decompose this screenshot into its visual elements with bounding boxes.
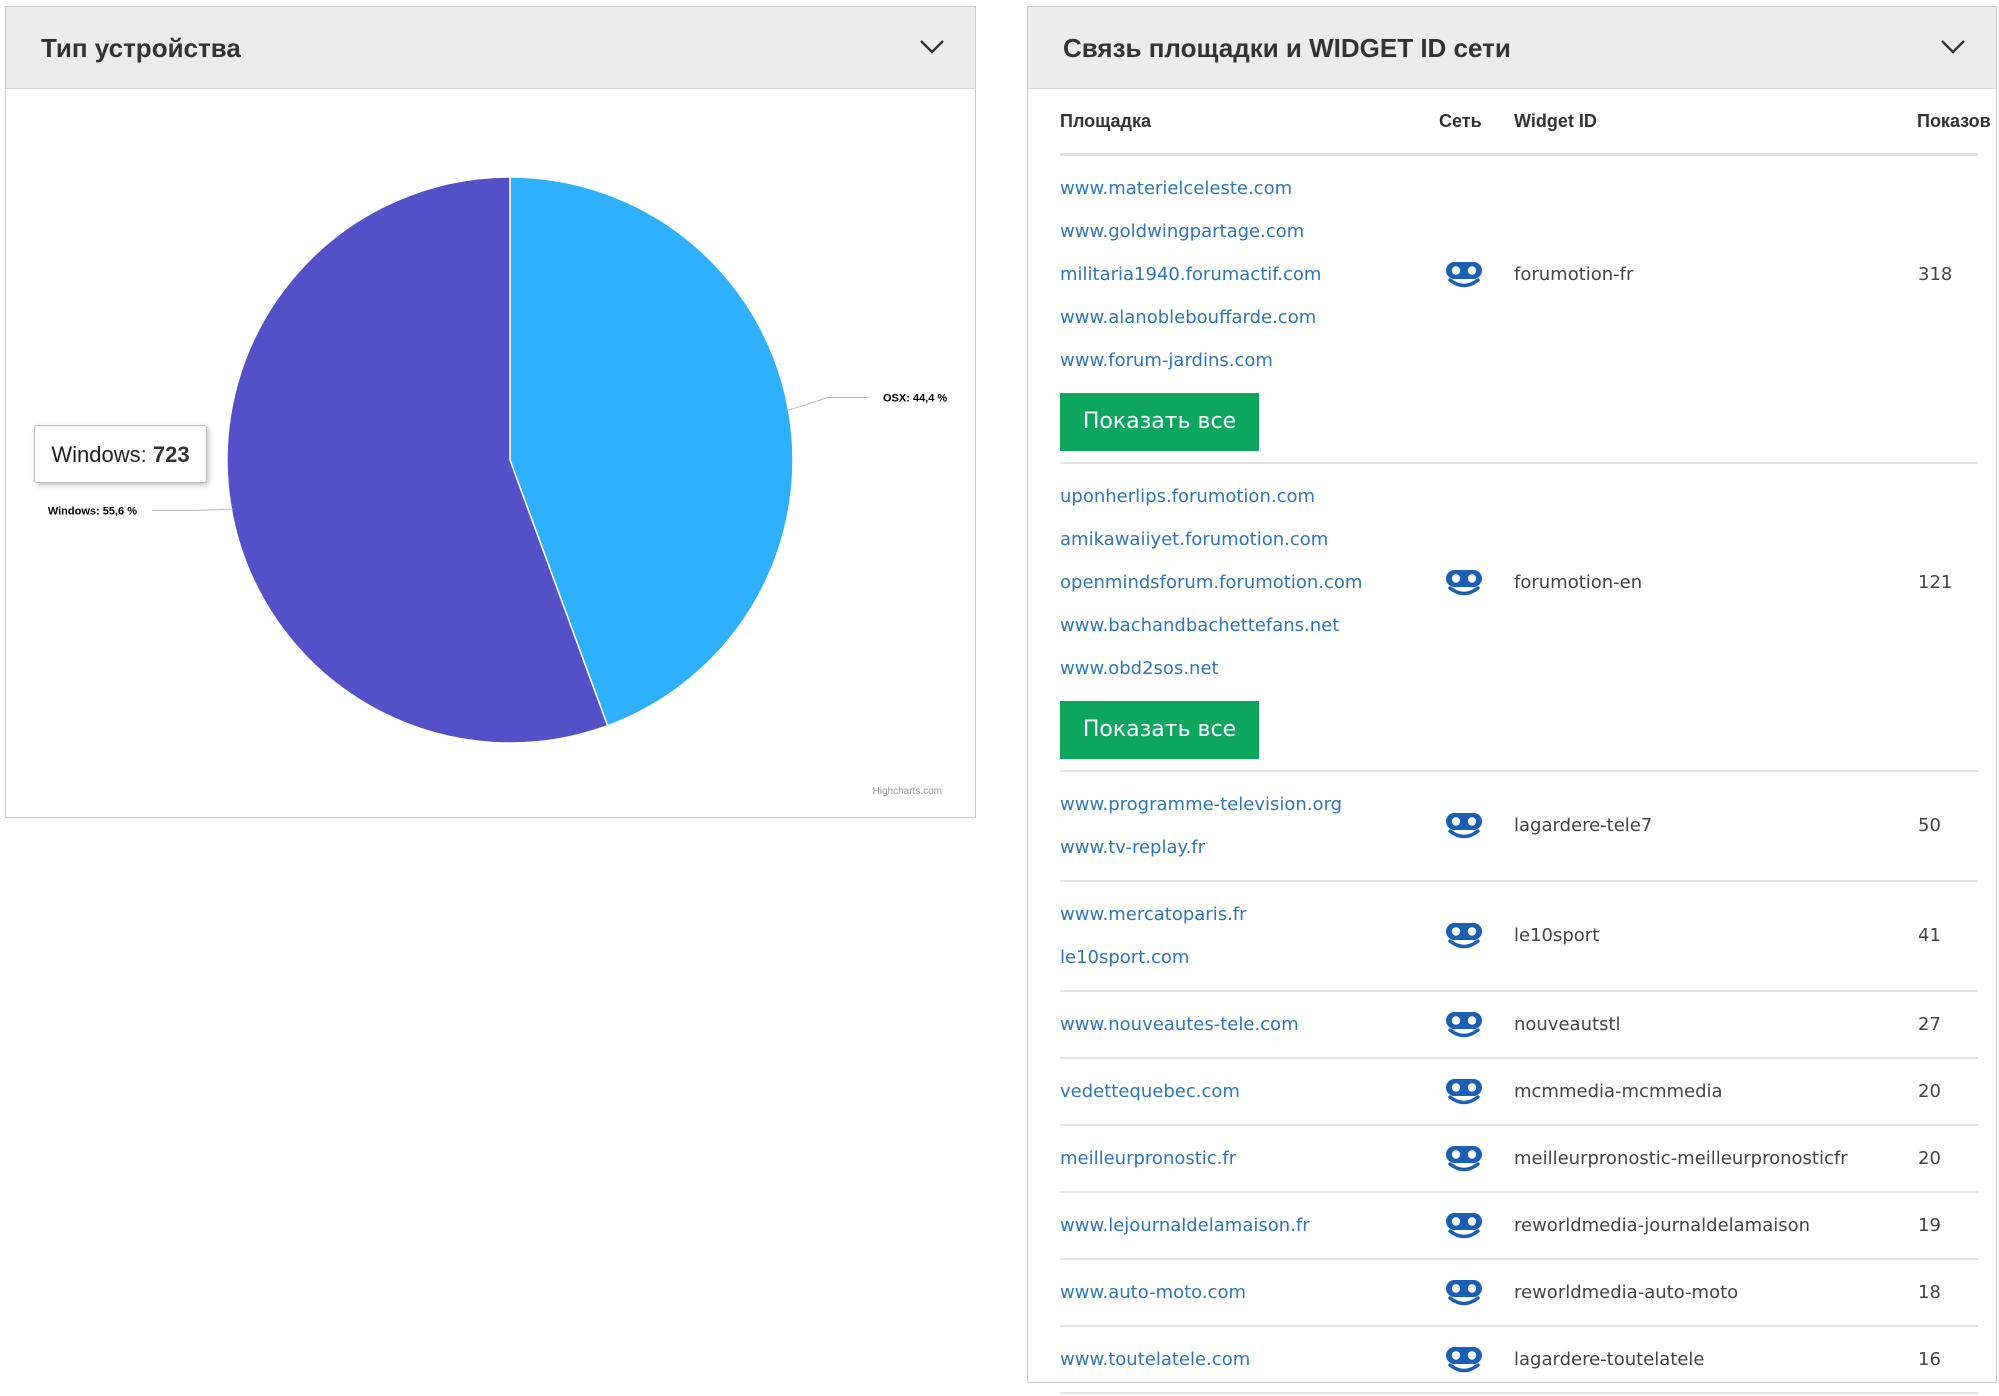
views-count: 20: [1918, 1080, 1941, 1102]
widget-id: forumotion-en: [1514, 571, 1643, 593]
column-header-network[interactable]: Сеть: [1439, 111, 1482, 132]
forumotion-network-icon: [1444, 260, 1484, 290]
device-type-header: Тип устройства: [6, 7, 975, 89]
column-header-widget-id[interactable]: Widget ID: [1514, 111, 1597, 132]
device-type-title: Тип устройства: [41, 33, 241, 63]
data-label-connector: [786, 396, 869, 412]
tooltip-series-name: Windows: [51, 442, 141, 467]
widget-id: le10sport: [1514, 925, 1600, 946]
table-row: www.lejournaldelamaison.fr reworldmedia-j…: [1060, 1193, 1978, 1260]
forumotion-network-icon: [1444, 1077, 1484, 1107]
widget-id: nouveautstl: [1514, 1013, 1621, 1035]
views-count: 16: [1918, 1348, 1941, 1370]
site-list: www.materielceleste.com www.goldwingparta…: [1060, 156, 1978, 451]
forumotion-network-icon: [1444, 921, 1484, 951]
table-row: vedettequebec.com mcmmedia-mcmmedia 20: [1060, 1059, 1978, 1126]
views-count: 20: [1918, 1147, 1941, 1169]
show-all-button[interactable]: Показать все: [1060, 701, 1259, 759]
site-link[interactable]: amikawaiiyet.forumotion.com: [1060, 518, 1978, 561]
site-link[interactable]: www.obd2sos.net: [1060, 647, 1978, 690]
views-count: 41: [1918, 925, 1941, 946]
chevron-down-icon[interactable]: [919, 37, 945, 55]
table-row: uponherlips.forumotion.com amikawaiiyet.f…: [1060, 464, 1978, 772]
widget-id: lagardere-tele7: [1514, 815, 1653, 836]
table-row: www.auto-moto.com reworldmedia-auto-moto 1…: [1060, 1260, 1978, 1327]
network-widget-title: Связь площадки и WIDGET ID сети: [1063, 33, 1511, 63]
data-label-osx: OSX: 44,4 %: [883, 392, 947, 404]
forumotion-network-icon: [1444, 1345, 1484, 1375]
views-count: 121: [1918, 571, 1953, 593]
data-label-windows: Windows: 55,6 %: [48, 506, 137, 518]
site-list: uponherlips.forumotion.com amikawaiiyet.f…: [1060, 464, 1978, 759]
table-row: www.mercatoparis.fr le10sport.com le10spor…: [1060, 882, 1978, 992]
forumotion-network-icon: [1444, 1211, 1484, 1241]
table-body: www.materielceleste.com www.goldwingparta…: [1060, 156, 1978, 1394]
highcharts-credits[interactable]: Highcharts.com: [873, 786, 942, 797]
site-link[interactable]: www.alanoblebouffarde.com: [1060, 296, 1978, 339]
widget-id: forumotion-fr: [1514, 263, 1634, 285]
views-count: 27: [1918, 1013, 1941, 1035]
table-row: www.nouveautes-tele.com nouveautstl 27: [1060, 992, 1978, 1059]
table-row: www.materielceleste.com www.goldwingparta…: [1060, 156, 1978, 464]
network-widget-panel: Связь площадки и WIDGET ID сети Площадка…: [1027, 6, 1997, 1394]
site-link[interactable]: www.bachandbachettefans.net: [1060, 604, 1978, 647]
views-count: 19: [1918, 1214, 1941, 1236]
chart-tooltip: Windows: 723: [34, 425, 207, 483]
site-link[interactable]: www.forum-jardins.com: [1060, 339, 1978, 382]
data-label-connector: [151, 508, 234, 512]
table-row: www.toutelatele.com lagardere-toutelatele…: [1060, 1327, 1978, 1394]
tooltip-value: 723: [152, 442, 190, 467]
table-row: meilleurpronostic.fr meilleurpronostic-me…: [1060, 1126, 1978, 1193]
site-link[interactable]: uponherlips.forumotion.com: [1060, 475, 1978, 518]
views-count: 18: [1918, 1281, 1941, 1303]
widget-id: meilleurpronostic-meilleurpronosticfr: [1514, 1147, 1848, 1169]
device-type-chart: OSX: 44,4 % Windows: 55,6 % Windows: 723 …: [6, 89, 975, 817]
table-header: Площадка Сеть Widget ID Показов: [1060, 89, 1991, 156]
chevron-down-icon[interactable]: [1940, 37, 1966, 55]
network-widget-header: Связь площадки и WIDGET ID сети: [1028, 7, 1996, 89]
forumotion-network-icon: [1444, 1278, 1484, 1308]
network-widget-table: Площадка Сеть Widget ID Показов www.mate…: [1060, 89, 1991, 1394]
column-header-site[interactable]: Площадка: [1060, 111, 1151, 132]
views-count: 318: [1918, 263, 1953, 285]
site-link[interactable]: www.materielceleste.com: [1060, 167, 1978, 210]
widget-id: reworldmedia-journaldelamaison: [1514, 1214, 1811, 1236]
site-link[interactable]: www.goldwingpartage.com: [1060, 210, 1978, 253]
views-count: 50: [1918, 815, 1941, 836]
show-all-button[interactable]: Показать все: [1060, 393, 1259, 451]
widget-id: reworldmedia-auto-moto: [1514, 1281, 1739, 1303]
forumotion-network-icon: [1444, 1144, 1484, 1174]
forumotion-network-icon: [1444, 568, 1484, 598]
forumotion-network-icon: [1444, 1010, 1484, 1040]
forumotion-network-icon: [1444, 811, 1484, 841]
device-type-panel: Тип устройства OSX: 44,4 % Windows: 55,6 …: [5, 6, 976, 818]
column-header-views[interactable]: Показов: [1917, 111, 1991, 132]
table-row: www.programme-television.org www.tv-repla…: [1060, 772, 1978, 882]
widget-id: lagardere-toutelatele: [1514, 1348, 1705, 1370]
widget-id: mcmmedia-mcmmedia: [1514, 1080, 1723, 1102]
